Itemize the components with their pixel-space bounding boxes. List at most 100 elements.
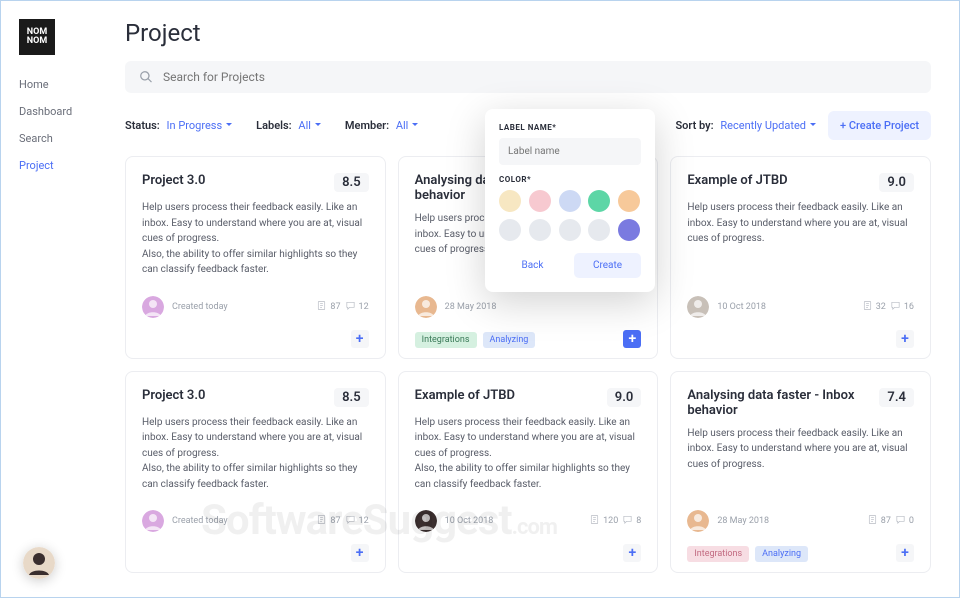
card-description: Help users process their feedback easily… bbox=[415, 415, 642, 493]
search-icon bbox=[139, 70, 153, 84]
color-swatch-9[interactable] bbox=[618, 219, 640, 241]
color-swatch-5[interactable] bbox=[499, 219, 521, 241]
comments-count: 12 bbox=[345, 300, 369, 314]
comments-count: 16 bbox=[890, 300, 914, 314]
card-date: 28 May 2018 bbox=[717, 516, 866, 526]
color-swatch-2[interactable] bbox=[559, 190, 581, 212]
project-card[interactable]: Example of JTBD9.0Help users process the… bbox=[670, 156, 931, 359]
popover-create-button[interactable]: Create bbox=[574, 253, 641, 278]
author-avatar bbox=[415, 510, 437, 532]
add-label-button[interactable]: + bbox=[351, 544, 369, 562]
card-date: Created today bbox=[172, 302, 316, 312]
author-avatar bbox=[415, 296, 437, 318]
comments-count: 12 bbox=[345, 514, 369, 528]
card-title: Example of JTBD bbox=[687, 173, 879, 188]
member-dropdown[interactable]: All bbox=[396, 119, 419, 132]
file-icon bbox=[589, 514, 600, 528]
file-icon bbox=[316, 300, 327, 314]
card-date: 10 Oct 2018 bbox=[445, 516, 589, 526]
file-icon bbox=[867, 514, 878, 528]
card-footer: 28 May 2018870 bbox=[687, 502, 914, 532]
nav-item-home[interactable]: Home bbox=[19, 71, 111, 98]
author-avatar bbox=[687, 296, 709, 318]
docs-count: 87 bbox=[316, 514, 340, 528]
nav-item-search[interactable]: Search bbox=[19, 125, 111, 152]
popover-back-button[interactable]: Back bbox=[499, 253, 566, 278]
sort-by[interactable]: Sort by: Recently Updated bbox=[675, 119, 816, 132]
filter-status[interactable]: Status: In Progress bbox=[125, 119, 232, 132]
card-score: 7.4 bbox=[879, 388, 914, 407]
card-description: Help users process their feedback easily… bbox=[142, 415, 369, 493]
docs-count: 32 bbox=[862, 300, 886, 314]
card-title: Project 3.0 bbox=[142, 388, 334, 403]
create-project-button[interactable]: + Create Project bbox=[828, 111, 931, 140]
color-swatch-0[interactable] bbox=[499, 190, 521, 212]
label-name-input[interactable] bbox=[499, 138, 641, 165]
tag[interactable]: Analyzing bbox=[755, 546, 808, 562]
color-swatch-4[interactable] bbox=[618, 190, 640, 212]
comment-icon bbox=[895, 514, 906, 528]
page-title: Project bbox=[125, 19, 931, 47]
sidebar: NOM NOM HomeDashboardSearchProject bbox=[1, 1, 111, 597]
author-avatar bbox=[142, 296, 164, 318]
labels-dropdown[interactable]: All bbox=[298, 119, 321, 132]
add-label-button[interactable]: + bbox=[351, 330, 369, 348]
nav-item-dashboard[interactable]: Dashboard bbox=[19, 98, 111, 125]
card-description: Help users process their feedback easily… bbox=[687, 426, 914, 473]
docs-count: 87 bbox=[316, 300, 340, 314]
card-title: Analysing data faster - Inbox behavior bbox=[687, 388, 879, 418]
card-description: Help users process their feedback easily… bbox=[687, 200, 914, 247]
color-swatch-7[interactable] bbox=[559, 219, 581, 241]
author-avatar bbox=[687, 510, 709, 532]
project-card[interactable]: Example of JTBD9.0Help users process the… bbox=[398, 371, 659, 574]
card-title: Project 3.0 bbox=[142, 173, 334, 188]
add-label-button[interactable]: + bbox=[896, 330, 914, 348]
add-label-button[interactable]: + bbox=[623, 330, 641, 348]
card-tags: Integrations Analyzing bbox=[687, 546, 808, 562]
color-swatch-3[interactable] bbox=[588, 190, 610, 212]
card-footer: 10 Oct 201832 16 bbox=[687, 288, 914, 318]
tag[interactable]: Analyzing bbox=[483, 332, 536, 348]
project-card[interactable]: Analysing data faster - Inbox behavior7.… bbox=[670, 371, 931, 574]
project-card[interactable]: Project 3.08.5 Help users process their f… bbox=[125, 156, 386, 359]
comment-icon bbox=[345, 300, 356, 314]
label-popover: LABEL NAME* COLOR* Back Create bbox=[485, 109, 655, 292]
search-bar[interactable] bbox=[125, 61, 931, 93]
add-label-button[interactable]: + bbox=[623, 544, 641, 562]
brand-logo: NOM NOM bbox=[19, 19, 55, 55]
search-input[interactable] bbox=[163, 70, 917, 84]
brand-line2: NOM bbox=[27, 37, 47, 46]
color-swatch-6[interactable] bbox=[529, 219, 551, 241]
author-avatar bbox=[142, 510, 164, 532]
color-swatch-8[interactable] bbox=[588, 219, 610, 241]
add-label-button[interactable]: + bbox=[896, 544, 914, 562]
card-score: 8.5 bbox=[334, 173, 369, 192]
card-description: Help users process their feedback easily… bbox=[142, 200, 369, 278]
nav: HomeDashboardSearchProject bbox=[19, 71, 111, 179]
popover-title-name: LABEL NAME* bbox=[499, 123, 641, 132]
sort-dropdown[interactable]: Recently Updated bbox=[720, 119, 816, 132]
card-footer: 28 May 2018 bbox=[415, 288, 642, 318]
status-dropdown[interactable]: In Progress bbox=[167, 119, 233, 132]
project-card[interactable]: Project 3.08.5 Help users process their f… bbox=[125, 371, 386, 574]
popover-title-color: COLOR* bbox=[499, 175, 641, 184]
card-title: Example of JTBD bbox=[415, 388, 607, 403]
main: Project Status: In Progress Labels: All … bbox=[111, 1, 959, 597]
file-icon bbox=[316, 514, 327, 528]
card-date: 10 Oct 2018 bbox=[717, 302, 861, 312]
file-icon bbox=[862, 300, 873, 314]
tag[interactable]: Integrations bbox=[687, 546, 749, 562]
card-date: 28 May 2018 bbox=[445, 302, 642, 312]
card-tags: Integrations Analyzing bbox=[415, 332, 536, 348]
nav-item-project[interactable]: Project bbox=[19, 152, 111, 179]
card-score: 8.5 bbox=[334, 388, 369, 407]
color-swatches bbox=[499, 190, 641, 241]
profile-avatar[interactable] bbox=[23, 547, 55, 579]
filter-labels[interactable]: Labels: All bbox=[256, 119, 321, 132]
card-footer: Created today8712 bbox=[142, 502, 369, 532]
color-swatch-1[interactable] bbox=[529, 190, 551, 212]
filter-member[interactable]: Member: All bbox=[345, 119, 418, 132]
tag[interactable]: Integrations bbox=[415, 332, 477, 348]
comment-icon bbox=[890, 300, 901, 314]
card-footer: 10 Oct 20181208 bbox=[415, 502, 642, 532]
